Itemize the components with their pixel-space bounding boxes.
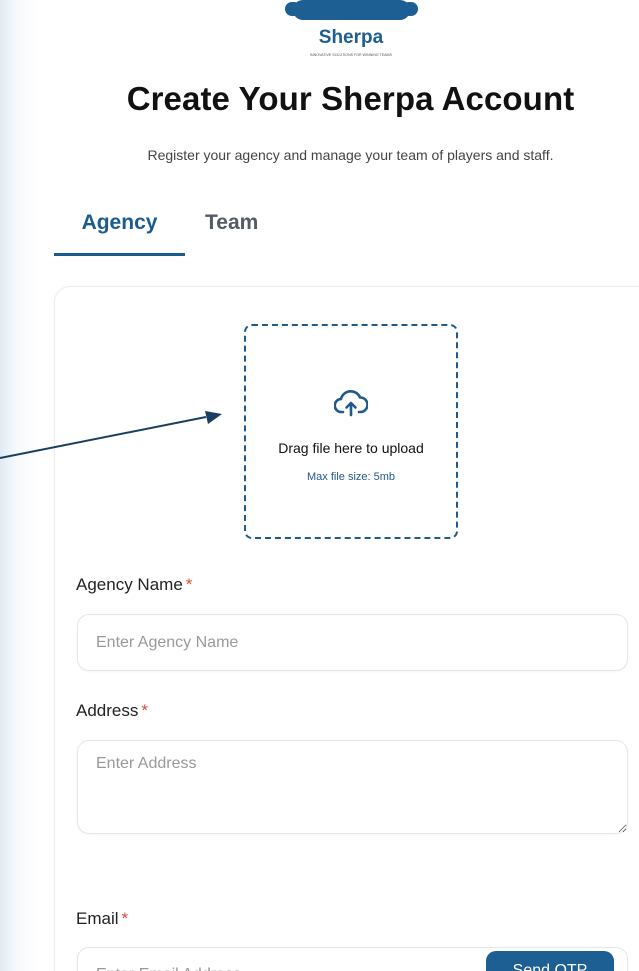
address-label: Address * (76, 701, 148, 720)
agency-name-label: Agency Name * (76, 575, 193, 594)
send-otp-button[interactable]: Send OTP (486, 951, 614, 971)
agency-name-input[interactable] (77, 614, 628, 671)
logo-wordmark: Sherpa (319, 27, 384, 48)
page-subtitle: Register your agency and manage your tea… (147, 147, 554, 163)
address-input[interactable] (77, 740, 628, 834)
email-label: Email * (76, 909, 129, 928)
annotation-arrow-icon (0, 411, 222, 459)
registration-page: Sherpa INNOVATIVE SOLUTIONS FOR WINNING … (0, 0, 639, 971)
upload-instruction: Drag file here to upload (278, 440, 424, 456)
account-type-tabs: Agency Team (54, 205, 639, 257)
tab-team[interactable]: Team (205, 205, 258, 253)
required-asterisk: * (141, 701, 148, 720)
tab-agency[interactable]: Agency (54, 205, 185, 256)
logo-tagline: INNOVATIVE SOLUTIONS FOR WINNING TEAMS (310, 53, 392, 57)
upload-size-hint: Max file size: 5mb (306, 471, 396, 483)
cloud-upload-icon (333, 388, 369, 418)
page-title: Create Your Sherpa Account (126, 80, 575, 117)
required-asterisk: * (121, 909, 129, 928)
logo-upload-dropzone[interactable]: Drag file here to upload Max file size: … (244, 324, 458, 539)
sherpa-logo: Sherpa INNOVATIVE SOLUTIONS FOR WINNING … (285, 0, 418, 58)
required-asterisk: * (185, 575, 193, 594)
